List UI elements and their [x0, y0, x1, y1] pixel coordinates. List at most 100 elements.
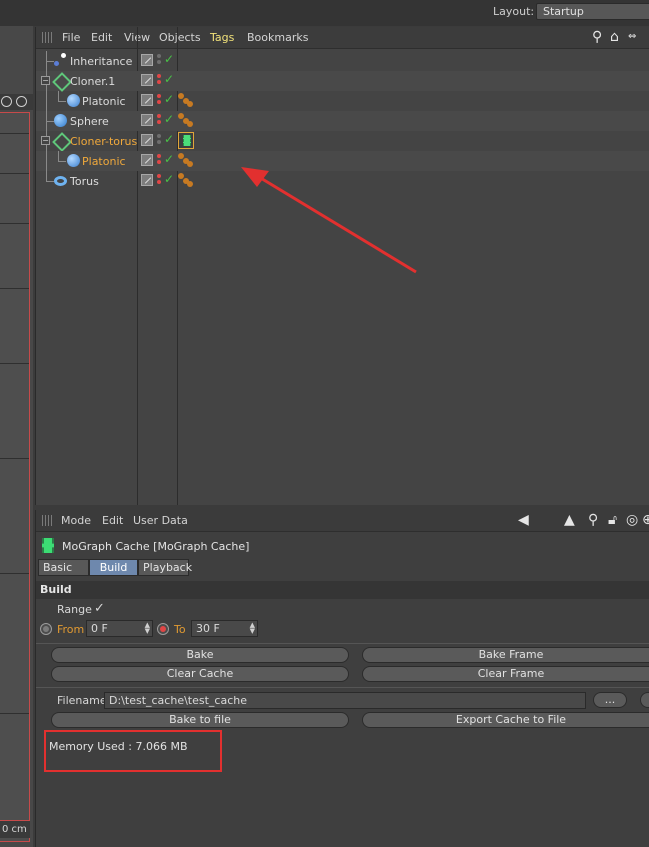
export-cache-button[interactable]: Export Cache to File — [362, 712, 649, 728]
visibility-dots-icon[interactable] — [157, 54, 161, 68]
object-name: Inheritance — [70, 55, 133, 68]
enable-check-icon[interactable]: ✓ — [164, 172, 174, 186]
menu-bookmarks[interactable]: Bookmarks — [247, 31, 308, 44]
to-keyframe-icon[interactable] — [157, 623, 169, 635]
grid-line — [0, 458, 29, 459]
object-row[interactable]: Inheritance ✓ — [36, 51, 649, 71]
visibility-dots-icon[interactable] — [157, 74, 161, 88]
back-arrow-icon[interactable]: ◀ — [518, 513, 529, 527]
menu-mode[interactable]: Mode — [61, 514, 91, 527]
divider — [36, 687, 649, 688]
to-stepper-icon[interactable]: ▲ ▼ — [250, 622, 255, 635]
from-value: 0 F — [91, 622, 108, 635]
platonic-icon — [67, 94, 80, 107]
up-arrow-icon[interactable]: ▲ — [564, 513, 575, 527]
panel-grip-icon[interactable] — [42, 515, 54, 526]
enable-check-icon[interactable]: ✓ — [164, 52, 174, 66]
material-tag-icon[interactable] — [178, 173, 194, 189]
menu-edit[interactable]: Edit — [91, 31, 112, 44]
tree-line — [58, 101, 66, 102]
collapse-toggle-icon[interactable]: − — [41, 76, 50, 85]
visibility-dots-icon[interactable] — [157, 154, 161, 168]
layout-dropdown[interactable]: Startup — [536, 3, 649, 20]
enable-check-icon[interactable]: ✓ — [164, 92, 174, 106]
enable-check-icon[interactable]: ✓ — [164, 152, 174, 166]
to-field[interactable]: 30 F ▲ ▼ — [191, 620, 258, 637]
tab-build[interactable]: Build — [89, 559, 138, 576]
layer-icon[interactable] — [141, 94, 153, 106]
layer-icon[interactable] — [141, 154, 153, 166]
viewport-panel[interactable]: 0 cm ▲▼ — [0, 26, 33, 847]
target-icon[interactable]: ◎ — [626, 513, 638, 527]
tab-playback[interactable]: Playback — [138, 559, 192, 576]
menu-user-data[interactable]: User Data — [133, 514, 188, 527]
torus-icon — [54, 176, 67, 186]
navigate-icon[interactable]: ⇔ — [628, 30, 636, 44]
section-build-header: Build — [36, 581, 649, 599]
material-tag-icon[interactable] — [178, 153, 194, 169]
visibility-dots-icon[interactable] — [157, 114, 161, 128]
to-value: 30 F — [196, 622, 220, 635]
collapse-toggle-icon[interactable]: − — [41, 136, 50, 145]
enable-check-icon[interactable]: ✓ — [164, 112, 174, 126]
new-panel-icon[interactable]: ⊕ — [642, 513, 649, 527]
layer-icon[interactable] — [141, 74, 153, 86]
from-field[interactable]: 0 F ▲ ▼ — [86, 620, 153, 637]
material-tag-icon[interactable] — [178, 93, 194, 109]
home-icon[interactable]: ⌂ — [610, 30, 619, 44]
panel-grip-icon[interactable] — [42, 32, 54, 43]
search-icon[interactable]: ⚲ — [592, 30, 602, 44]
layout-label: Layout: — [493, 5, 535, 18]
browse-button[interactable]: ... — [593, 692, 627, 708]
zoom-view-icon[interactable] — [16, 96, 27, 107]
annotation-arrow — [241, 167, 417, 274]
menu-edit[interactable]: Edit — [102, 514, 123, 527]
layer-icon[interactable] — [141, 54, 153, 66]
enable-check-icon[interactable]: ✓ — [164, 132, 174, 146]
layer-icon[interactable] — [141, 114, 153, 126]
tab-basic[interactable]: Basic — [38, 559, 89, 576]
bake-frame-button[interactable]: Bake Frame — [362, 647, 649, 663]
options-button[interactable] — [640, 692, 649, 708]
object-row[interactable]: − Cloner-torus ✓ — [36, 131, 649, 151]
mograph-cache-icon — [42, 538, 54, 553]
lock-icon[interactable]: 🔓︎ — [608, 513, 617, 527]
bake-to-file-button[interactable]: Bake to file — [51, 712, 349, 728]
object-name: Torus — [70, 175, 99, 188]
clear-cache-button[interactable]: Clear Cache — [51, 666, 349, 682]
grid-line — [0, 288, 29, 289]
menu-tags[interactable]: Tags — [210, 31, 234, 44]
visibility-dots-icon[interactable] — [157, 174, 161, 188]
object-name: Cloner-torus — [70, 135, 138, 148]
visibility-dots-icon[interactable] — [157, 94, 161, 108]
bake-button[interactable]: Bake — [51, 647, 349, 663]
search-icon[interactable]: ⚲ — [588, 513, 598, 527]
from-keyframe-icon[interactable] — [40, 623, 52, 635]
null-effector-icon — [61, 53, 66, 58]
attribute-manager-menubar: Mode Edit User Data ◀ ▲ ⚲ 🔓︎ ◎ ⊕ — [36, 510, 649, 532]
rotate-view-icon[interactable] — [1, 96, 12, 107]
range-label: Range — [57, 603, 92, 616]
object-row[interactable]: Platonic ✓ — [36, 91, 649, 111]
mograph-cache-tag-icon[interactable] — [178, 132, 194, 149]
filename-field[interactable]: D:\test_cache\test_cache — [104, 692, 586, 709]
range-checkbox[interactable]: ✓ — [94, 601, 105, 616]
layer-icon[interactable] — [141, 134, 153, 146]
divider — [36, 643, 649, 644]
viewport-canvas[interactable] — [0, 112, 30, 842]
object-row[interactable]: Sphere ✓ — [36, 111, 649, 131]
menu-objects[interactable]: Objects — [159, 31, 201, 44]
enable-check-icon[interactable]: ✓ — [164, 72, 174, 86]
menu-file[interactable]: File — [62, 31, 80, 44]
material-tag-icon[interactable] — [178, 113, 194, 129]
layer-icon[interactable] — [141, 174, 153, 186]
visibility-dots-icon[interactable] — [157, 134, 161, 148]
cloner-icon — [54, 134, 67, 147]
annotation-arrow-head — [241, 167, 269, 187]
viewport-unit-readout: 0 cm — [0, 820, 30, 838]
from-stepper-icon[interactable]: ▲ ▼ — [145, 622, 150, 635]
tree-line — [46, 171, 47, 181]
object-row[interactable]: − Cloner.1 ✓ — [36, 71, 649, 91]
clear-frame-button[interactable]: Clear Frame — [362, 666, 649, 682]
tree-line — [58, 151, 59, 161]
